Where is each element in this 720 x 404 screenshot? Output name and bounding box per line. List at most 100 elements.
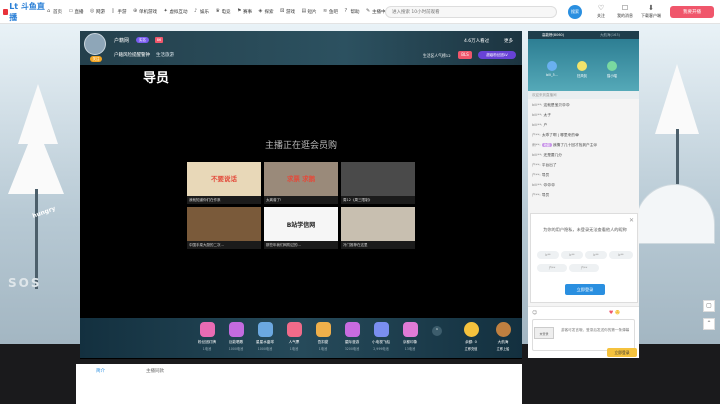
start-live-button[interactable]: 我要开播	[670, 6, 714, 18]
chat-message[interactable]: 户**: 平台出了	[532, 163, 557, 168]
chat-user[interactable]: 雨**:	[532, 143, 541, 147]
top-fan[interactable]: bili_5...	[542, 61, 562, 77]
top-fan[interactable]: 狂风侃	[572, 61, 592, 78]
rank-label[interactable]: 生活区人气榜12	[423, 53, 451, 59]
popup-login-button[interactable]: 立即登录	[565, 284, 605, 295]
guard-board-button[interactable]: 大航海 立即上船	[490, 322, 516, 351]
nav-item-label: 娱乐	[200, 9, 209, 15]
top-fan[interactable]: 猫小喵	[602, 61, 622, 78]
gift-item[interactable]: 星星水晶球 1000电池	[252, 322, 278, 351]
nav-item[interactable]: ▭ 直播	[69, 9, 84, 15]
online-count: 4.6万人看过	[464, 39, 490, 44]
chat-message[interactable]: bili**: 这就是宝贝😍😍	[532, 103, 570, 108]
chat-user[interactable]: bili**:	[532, 153, 542, 157]
chat-message[interactable]: bili**: 还是要几分	[532, 153, 562, 158]
side-tool-icon[interactable]: ▢	[703, 300, 715, 312]
host-avatar[interactable]	[84, 33, 106, 55]
chat-message[interactable]: 户**: 导员	[532, 173, 549, 178]
gamepad-icon: ◎	[90, 8, 95, 14]
video-card[interactable]: B站学信网 那些年我们网购过的...	[264, 207, 338, 249]
gift-item[interactable]: 小电视飞船 2,999电池	[368, 322, 394, 351]
chat-notice: 欢迎来到直播间	[528, 91, 639, 99]
video-card[interactable]: 中国手菜大厨的二次...	[187, 207, 261, 249]
chat-user[interactable]: bili**:	[532, 113, 542, 117]
video-player[interactable]: 关注 户籍网 实名 86 户籍风险提醒警钟 生活旅游 4.6万人看过 更多 生活…	[80, 31, 522, 359]
nav-item-label: 鱼吧	[329, 9, 338, 15]
chat-message[interactable]: bili**: 😍😍😍	[532, 183, 555, 187]
igloo	[635, 184, 715, 244]
video-card[interactable]: 周12《周三限制》	[341, 162, 415, 204]
messages-nav-button[interactable]: ☐ 我的消息	[614, 4, 636, 19]
gift-item[interactable]: 吾扣甜 1电池	[310, 322, 336, 351]
gift-item[interactable]: 粉丝团灯牌 1电池	[194, 322, 220, 351]
search-input[interactable]	[386, 7, 556, 17]
gift-item[interactable]: 京都印象 13电池	[397, 322, 423, 351]
video-card[interactable]: 求票 求鹅 太离谱了!	[264, 162, 338, 204]
room-category[interactable]: 生活旅游	[156, 52, 174, 58]
nav-item[interactable]: ? 帮助	[345, 9, 360, 15]
chat-message[interactable]: bili**: 户	[532, 123, 547, 128]
chat-user[interactable]: 户**:	[532, 163, 541, 167]
nav-item[interactable]: ♛ 电竞	[216, 9, 231, 15]
tab-intro[interactable]: 简介	[96, 368, 105, 374]
user-avatar[interactable]: 未登录	[534, 327, 554, 339]
nav-item[interactable]: ⊕ 单机游戏	[133, 9, 157, 15]
chat-user[interactable]: bili**:	[532, 183, 542, 187]
video-card-title: 太离谱了!	[264, 196, 338, 204]
chat-message[interactable]: 雨**: 收藏 我猜了几十回才找到户主😢	[532, 143, 597, 148]
flag-icon: ⚑	[237, 8, 242, 14]
nav-item-label: 网游	[96, 9, 105, 15]
film-icon: ▤	[301, 8, 307, 14]
tab-same-items[interactable]: 主播同款	[146, 368, 164, 374]
nav-item[interactable]: ◈ 探索	[259, 9, 274, 15]
recharge-button[interactable]: 余额: 0 立即充值	[458, 322, 484, 351]
download-icon: ⬇	[648, 4, 654, 12]
nav-item[interactable]: ◎ 网游	[90, 9, 105, 15]
chat-rank-tabs: 高能榜(8060) 大航海(163)	[528, 31, 639, 39]
video-card[interactable]: 冷门推荐在这里	[341, 207, 415, 249]
search-button[interactable]: 搜索	[568, 5, 582, 19]
host-name[interactable]: 户籍网	[114, 37, 129, 44]
follow-nav-button[interactable]: ♡ 关注	[590, 4, 612, 19]
chat-login-button[interactable]: 立即登录	[607, 348, 637, 357]
nav-item[interactable]: ♪ 娱乐	[194, 9, 209, 15]
fan-club-button[interactable]: 超级粉丝团LV	[478, 51, 516, 59]
nav-item[interactable]: ≋ 鱼吧	[323, 9, 338, 15]
nav-item[interactable]: ▤ 短片	[302, 9, 317, 15]
masked-name-chip: 户**	[569, 264, 599, 272]
chat-message[interactable]: bili**: 太子	[532, 113, 551, 118]
download-nav-button[interactable]: ⬇ 下载客户端	[640, 4, 662, 19]
site-logo[interactable]: Lt 斗鱼直播	[3, 1, 47, 23]
chat-user[interactable]: 户**:	[532, 173, 541, 177]
chat-user[interactable]: 户**:	[532, 133, 541, 137]
chat-user[interactable]: bili**:	[532, 123, 542, 127]
back-to-top-icon[interactable]: ⌃	[703, 318, 715, 330]
chat-user[interactable]: bili**:	[532, 103, 542, 107]
nav-item[interactable]: ⚄ 游戏	[280, 9, 295, 15]
search-box[interactable]	[385, 6, 557, 18]
masked-name-chip: b**	[609, 251, 633, 259]
tab-rank[interactable]: 高能榜(8060)	[542, 33, 564, 38]
emoji-icon[interactable]: ☺	[532, 310, 537, 316]
nav-item-label: 探索	[264, 9, 274, 15]
gift-item[interactable]: 人气票 1电池	[281, 322, 307, 351]
more-button[interactable]: 更多	[504, 38, 513, 44]
gift-item[interactable]: 星际漫游 3200电池	[339, 322, 365, 351]
chat-user[interactable]: 户**:	[532, 193, 541, 197]
gift-icon[interactable]: ♥	[609, 310, 613, 316]
close-icon[interactable]: ✕	[629, 217, 634, 224]
nav-item[interactable]: ▯ 手游	[112, 9, 127, 15]
masked-name-chip: b**	[537, 251, 559, 259]
gift-item[interactable]: 巨能唱歌 1000电池	[223, 322, 249, 351]
smile-icon[interactable]: ☻	[615, 310, 620, 316]
video-card[interactable]: 不要说话 我就知道你们在作祟	[187, 162, 261, 204]
top-navbar: Lt 斗鱼直播 ⌂ 首页 ▭ 直播 ◎ 网游 ▯ 手游 ⊕ 单机游戏 ✦ 虚拟互动 ♪ 娱乐 ♛ 电竞 ⚑ 赛事 ◈…	[0, 0, 720, 24]
chat-message[interactable]: 户**: 导员	[532, 193, 549, 198]
nav-item[interactable]: ✦ 虚拟互动	[164, 9, 188, 15]
nav-item[interactable]: ⌂ 首页	[47, 9, 62, 15]
follow-button[interactable]: 关注	[90, 56, 102, 62]
tab-guard[interactable]: 大航海(163)	[600, 33, 620, 38]
chat-message[interactable]: 户**: 太乖了啊 | 哪里来的😂	[532, 133, 579, 138]
nav-item[interactable]: ⚑ 赛事	[237, 9, 252, 15]
gift-expand-icon[interactable]: ⌃	[432, 326, 442, 336]
